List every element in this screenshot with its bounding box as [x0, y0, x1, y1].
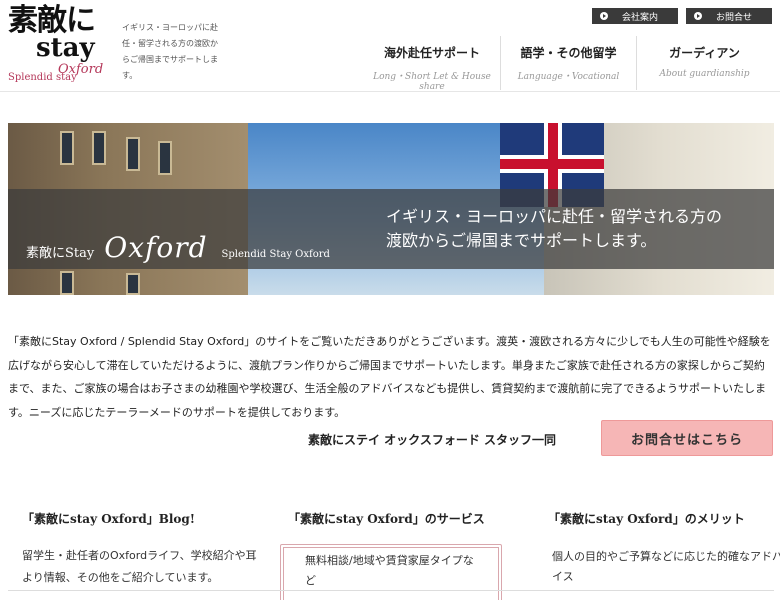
- site-header: 素敵に stay Oxford Splendid stay イギリス・ヨーロッパ…: [0, 0, 780, 92]
- service-column: 「素敵にstay Oxford」のサービス 無料相談/地域や賃貸家屋タイプなど: [280, 510, 528, 600]
- nav-item-guardian[interactable]: ガーディアン About guardianship: [636, 36, 772, 90]
- arrow-right-icon: [600, 12, 608, 20]
- nav-label-en: Language・Vocational: [517, 72, 620, 82]
- nav-item-study-abroad[interactable]: 語学・その他留学 Language・Vocational: [500, 36, 636, 90]
- blog-column-title[interactable]: 「素敵にstay Oxford」Blog!: [22, 510, 262, 527]
- building-window: [126, 273, 140, 295]
- merit-column-body: 個人の目的やご予算などに応じた的確なアドバイス: [552, 550, 780, 583]
- hero-message: イギリス・ヨーロッパに赴任・留学される方の 渡欧からご帰国までサポートします。: [386, 205, 722, 253]
- nav-item-overseas-assignment[interactable]: 海外赴任サポート Long・Short Let & House share: [364, 36, 500, 92]
- service-column-title[interactable]: 「素敵にstay Oxford」のサービス: [288, 510, 528, 527]
- company-info-button[interactable]: 会社案内: [592, 8, 678, 24]
- inquiry-top-button[interactable]: お問合せ: [686, 8, 772, 24]
- hero-brand-jp: 素敵にStay: [26, 246, 95, 261]
- logo-stay-text: stay: [36, 33, 95, 63]
- hero-banner: 素敵にStay Oxford Splendid Stay Oxford イギリス…: [8, 123, 774, 295]
- building-window: [158, 141, 172, 175]
- nav-label-en: Long・Short Let & House share: [373, 72, 491, 92]
- merit-column: 「素敵にstay Oxford」のメリット 個人の目的やご予算などに応じた的確な…: [548, 510, 780, 587]
- staff-signature: 素敵にステイ オックスフォード スタッフ一同: [308, 433, 556, 447]
- blog-column-body: 留学生・赴任者のOxfordライフ、学校紹介や耳より情報、その他をご紹介していま…: [22, 549, 257, 584]
- hero-message-line1: イギリス・ヨーロッパに赴任・留学される方の: [386, 207, 723, 226]
- hero-message-line2: 渡欧からご帰国までサポートします。: [386, 231, 657, 250]
- hero-brand-en: Splendid Stay Oxford: [221, 249, 330, 260]
- merit-column-title[interactable]: 「素敵にstay Oxford」のメリット: [548, 510, 780, 527]
- building-window: [126, 137, 140, 171]
- logo-main-text: 素敵に: [8, 3, 96, 38]
- hero-brand-oxford: Oxford: [104, 231, 208, 264]
- nav-label-jp: 海外赴任サポート: [383, 46, 480, 60]
- building-window: [60, 131, 74, 165]
- inquiry-top-label: お問合せ: [716, 12, 753, 23]
- building-window: [92, 131, 106, 165]
- header-tagline: イギリス・ヨーロッパに赴任・留学される方の渡欧からご帰国までサポートします。: [122, 23, 218, 80]
- nav-label-jp: 語学・その他留学: [520, 46, 617, 60]
- intro-text: 「素敵にStay Oxford / Splendid Stay Oxford」の…: [8, 335, 771, 419]
- nav-label-jp: ガーディアン: [669, 46, 740, 60]
- service-box-text: 無料相談/地域や賃貸家屋タイプなど: [305, 554, 474, 587]
- top-button-group: 会社案内 お問合せ: [592, 8, 772, 24]
- arrow-right-icon: [694, 12, 702, 20]
- contact-button[interactable]: お問合せはこちら: [601, 420, 773, 456]
- logo-splendid-text: Splendid stay: [8, 72, 77, 83]
- main-nav: 海外赴任サポート Long・Short Let & House share 語学…: [364, 36, 772, 92]
- site-logo[interactable]: 素敵に stay Oxford Splendid stay: [8, 3, 103, 88]
- nav-label-en: About guardianship: [659, 69, 750, 79]
- company-info-label: 会社案内: [622, 12, 659, 23]
- blog-column: 「素敵にstay Oxford」Blog! 留学生・赴任者のOxfordライフ、…: [22, 510, 262, 589]
- hero-brand: 素敵にStay Oxford Splendid Stay Oxford: [26, 231, 330, 264]
- footer-divider: [8, 590, 774, 600]
- building-window: [60, 271, 74, 295]
